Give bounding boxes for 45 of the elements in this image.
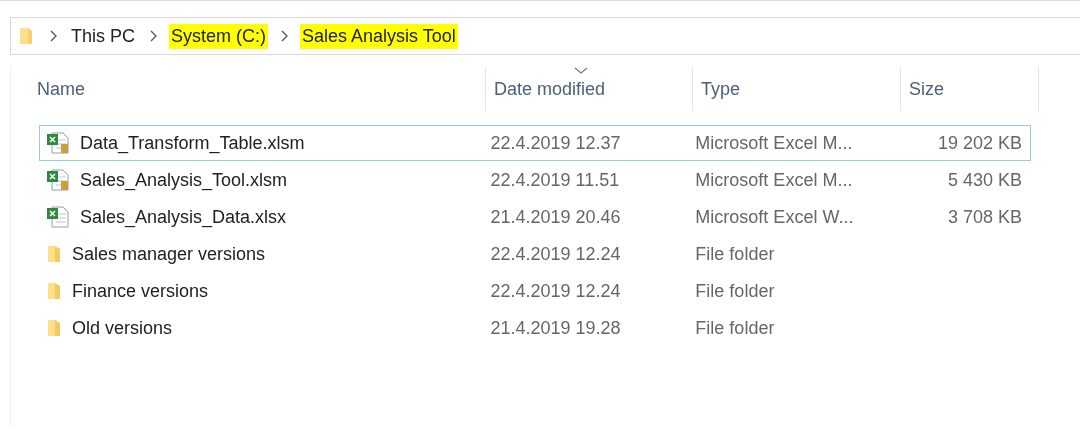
date-modified: 21.4.2019 20.46: [490, 206, 621, 228]
folder-icon: [46, 244, 62, 264]
macro-spreadsheet-icon: [46, 132, 70, 154]
column-header[interactable]: Type: [693, 67, 901, 111]
file-size: 3 708 KB: [947, 206, 1022, 228]
file-size: 19 202 KB: [937, 132, 1022, 154]
folder-icon: [19, 26, 33, 46]
file-type: Microsoft Excel M...: [695, 169, 853, 191]
date-modified: 22.4.2019 12.37: [490, 132, 621, 154]
file-row[interactable]: Sales_Analysis_Data.xlsx 21.4.2019 20.46 Microsoft Excel W... 3 708 KB: [39, 199, 1031, 235]
file-name: Sales_Analysis_Data.xlsx: [80, 206, 287, 228]
date-modified: 22.4.2019 12.24: [490, 280, 621, 302]
file-type: Microsoft Excel W...: [695, 206, 854, 228]
date-modified: 21.4.2019 19.28: [490, 317, 621, 339]
file-name: Sales manager versions: [72, 243, 266, 265]
macro-spreadsheet-icon: [46, 169, 70, 191]
folder-icon: [46, 281, 62, 301]
column-header[interactable]: Name: [11, 67, 486, 111]
date-modified: 22.4.2019 11.51: [490, 169, 620, 191]
breadcrumb-item[interactable]: System (C:): [169, 23, 269, 49]
chevron-icon: [149, 30, 157, 42]
file-type: File folder: [695, 243, 775, 265]
file-name: Sales_Analysis_Tool.xlsm: [80, 169, 288, 191]
chevron-icon: [49, 30, 57, 42]
file-type: Microsoft Excel M...: [695, 132, 853, 154]
file-name: Data_Transform_Table.xlsm: [80, 132, 305, 154]
file-name: Finance versions: [72, 280, 209, 302]
file-row[interactable]: Old versions 21.4.2019 19.28 File folder: [39, 310, 1031, 346]
spreadsheet-icon: [46, 206, 70, 228]
breadcrumb-item[interactable]: Sales Analysis Tool: [300, 23, 458, 49]
column-header[interactable]: Size: [901, 67, 1039, 111]
breadcrumb-item[interactable]: This PC: [69, 23, 137, 49]
file-row[interactable]: Sales_Analysis_Tool.xlsm 22.4.2019 11.51 Microsoft Excel M... 5 430 KB: [39, 162, 1031, 198]
file-name: Old versions: [72, 317, 173, 339]
date-modified: 22.4.2019 12.24: [490, 243, 621, 265]
address-bar[interactable]: This PC System (C:) Sales Analysis Tool: [10, 17, 1080, 55]
file-type: File folder: [695, 280, 775, 302]
file-row[interactable]: Finance versions 22.4.2019 12.24 File folder: [39, 273, 1031, 309]
folder-icon: [46, 318, 62, 338]
file-row[interactable]: Data_Transform_Table.xlsm 22.4.2019 12.37 Microsoft Excel M... 19 202 KB: [39, 125, 1031, 161]
file-row[interactable]: Sales manager versions 22.4.2019 12.24 File folder: [39, 236, 1031, 272]
file-type: File folder: [695, 317, 775, 339]
column-header[interactable]: Date modified: [486, 67, 693, 111]
file-size: 5 430 KB: [947, 169, 1022, 191]
chevron-icon: [280, 30, 289, 42]
